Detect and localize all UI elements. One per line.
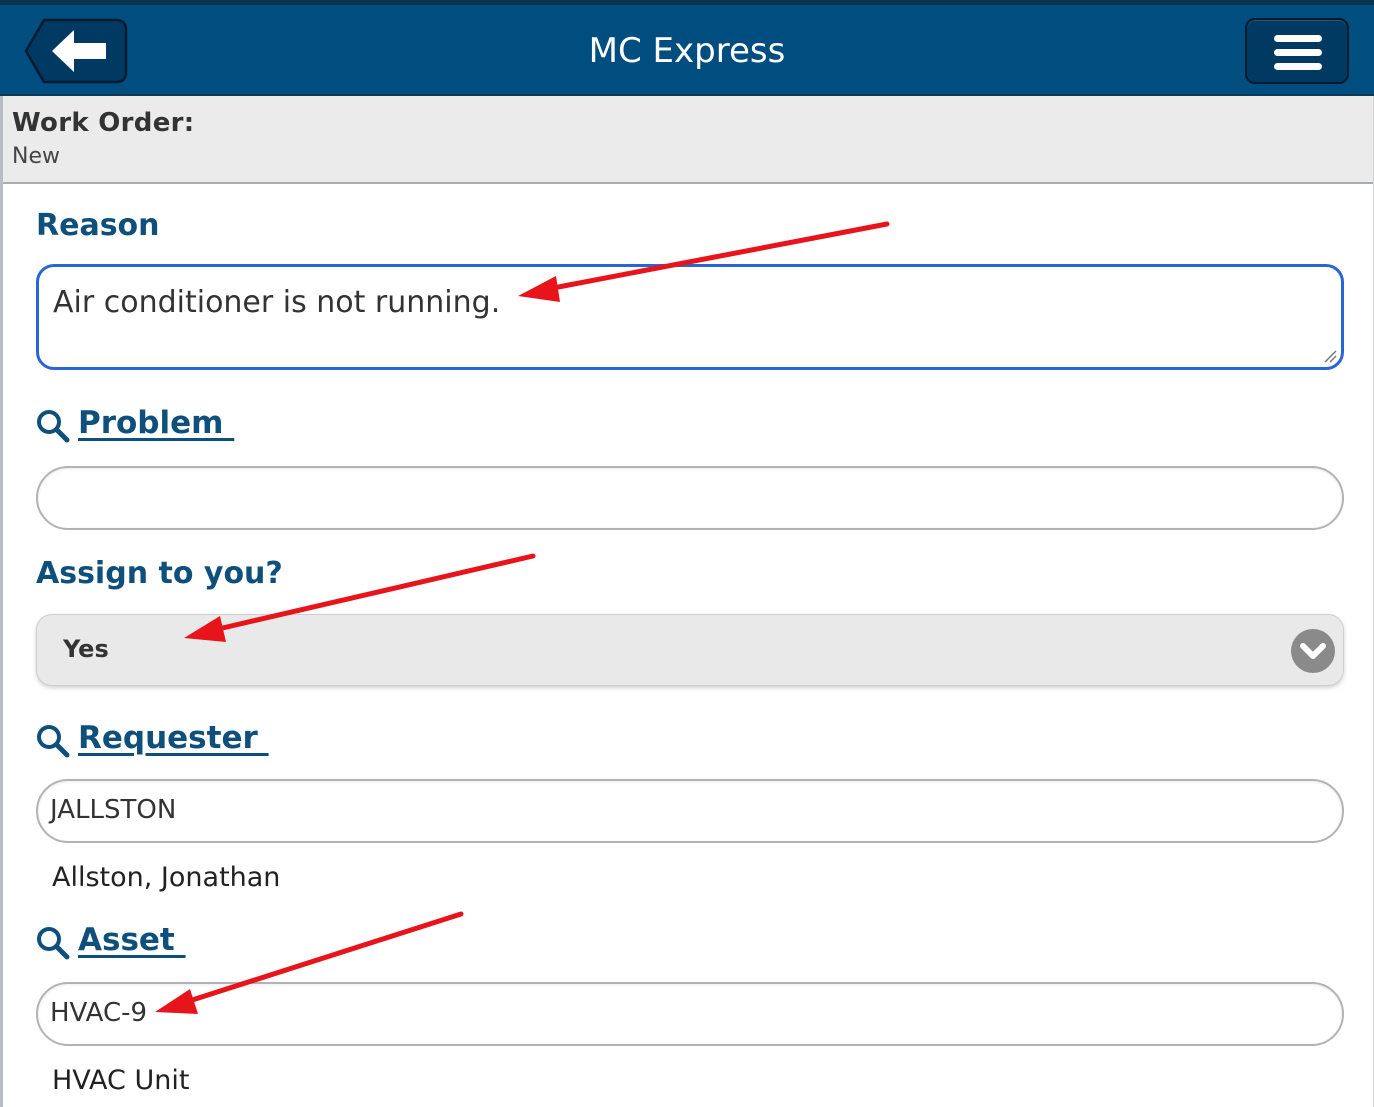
requester-label: Requester [78,720,269,756]
asset-description: HVAC Unit [52,1065,190,1096]
app-header: MC Express [0,0,1374,96]
requester-value: JALLSTON [50,795,177,825]
app-title: MC Express [588,31,786,71]
chevron-down-icon [1291,629,1335,673]
problem-label: Problem [78,405,235,441]
assign-label: Assign to you? [36,556,283,591]
reason-label: Reason [36,208,160,243]
requester-description: Allston, Jonathan [52,862,281,893]
asset-label: Asset [78,922,186,958]
resize-grip-icon[interactable] [1323,349,1337,363]
assign-selected-value: Yes [63,635,109,663]
asset-value: HVAC-9 [50,998,148,1028]
work-order-value: New [12,144,60,169]
menu-button[interactable] [1245,18,1349,84]
search-icon [37,410,70,443]
work-order-label: Work Order: [12,108,195,138]
requester-input[interactable]: JALLSTON [36,779,1344,843]
search-icon [37,725,70,758]
search-icon [37,927,70,960]
assign-select[interactable]: Yes [36,614,1344,686]
work-order-bar: Work Order: New [3,96,1373,184]
problem-input[interactable] [36,466,1344,530]
asset-input[interactable]: HVAC-9 [36,982,1344,1046]
reason-textarea[interactable]: Air conditioner is not running. [36,264,1344,370]
reason-text: Air conditioner is not running. [53,285,501,320]
